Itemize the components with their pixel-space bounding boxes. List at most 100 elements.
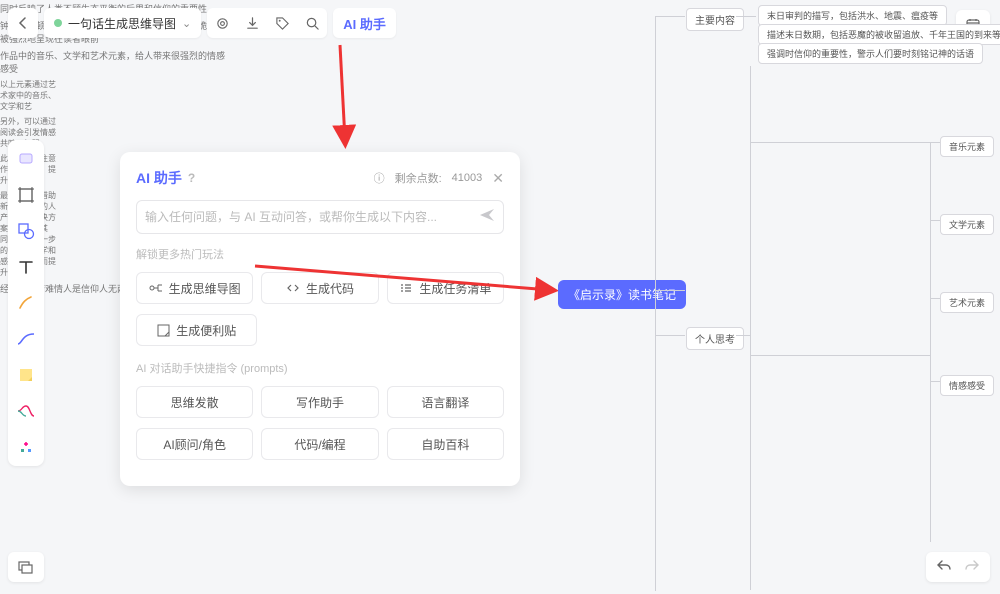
ai-title-text: AI 助手: [136, 168, 182, 188]
prompt-row2: AI顾问/角色 代码/编程 自助百科: [136, 428, 504, 460]
toolbar-icons: [207, 8, 327, 38]
tool-connector[interactable]: [13, 326, 39, 352]
edge: [750, 355, 930, 356]
mindmap-small-icon: [149, 282, 163, 294]
arrow-annotation-1: [320, 40, 380, 155]
edge: [655, 335, 685, 336]
ai-panel-title: AI 助手 ?: [136, 168, 195, 188]
opt-label: 生成便利贴: [176, 322, 236, 339]
opt-label: 生成思维导图: [169, 280, 241, 297]
settings-icon[interactable]: [207, 8, 237, 38]
mindmap-node[interactable]: 末日审判的描写，包括洪水、地震、瘟疫等: [758, 5, 947, 26]
gen-sticky-button[interactable]: 生成便利贴: [136, 314, 257, 346]
mindmap-node[interactable]: 文学元素: [940, 214, 994, 235]
close-icon[interactable]: ✕: [492, 170, 504, 187]
tool-pen[interactable]: [13, 290, 39, 316]
pen-icon: [17, 294, 35, 312]
plus-grid-icon: [17, 438, 35, 456]
sticky-icon: [17, 366, 35, 384]
frame-icon: [17, 186, 35, 204]
info-icon: ⓘ: [374, 170, 385, 186]
ai-panel-header: AI 助手 ? ⓘ 剩余点数: 41003 ✕: [136, 168, 504, 188]
redo-icon: [964, 558, 980, 572]
prompt-row1: 思维发散 写作助手 语言翻译: [136, 386, 504, 418]
opt-label: 自助百科: [421, 436, 469, 453]
mindmap-leaf[interactable]: 作品中的音乐、文学和艺术元素，给人带来很强烈的情感感受: [0, 47, 230, 77]
edge: [930, 298, 940, 299]
edge: [750, 142, 930, 143]
prompt-role[interactable]: AI顾问/角色: [136, 428, 253, 460]
mindmap-node[interactable]: 音乐元素: [940, 136, 994, 157]
layers-icon: [18, 560, 34, 574]
opt-label: 生成代码: [306, 280, 354, 297]
ai-input-container: [136, 200, 504, 234]
sync-status-icon: [54, 19, 62, 27]
generate-options: 生成思维导图 生成代码 生成任务清单: [136, 272, 504, 304]
edge: [750, 66, 751, 590]
opt-label: AI顾问/角色: [163, 436, 226, 453]
mindmap-node[interactable]: 情感感受: [940, 375, 994, 396]
generate-options-row2: 生成便利贴: [136, 314, 504, 346]
history-controls: [926, 552, 990, 582]
gen-code-button[interactable]: 生成代码: [261, 272, 378, 304]
send-icon[interactable]: [479, 208, 495, 227]
prompt-diverge[interactable]: 思维发散: [136, 386, 253, 418]
opt-label: 思维发散: [171, 394, 219, 411]
opt-label: 写作助手: [296, 394, 344, 411]
edge: [655, 16, 656, 591]
mindmap-node[interactable]: 强调时信仰的重要性，警示人们要时刻铭记神的话语: [758, 43, 983, 64]
gen-tasks-button[interactable]: 生成任务清单: [387, 272, 504, 304]
section-more-label: 解锁更多热门玩法: [136, 246, 504, 262]
chevron-down-icon: ⌄: [182, 17, 191, 30]
mindmap-node[interactable]: 主要内容: [686, 8, 744, 31]
edge: [930, 142, 940, 143]
help-icon[interactable]: ?: [188, 171, 195, 185]
mindmap-node[interactable]: 个人思考: [686, 327, 744, 350]
undo-button[interactable]: [936, 558, 952, 577]
document-title-box[interactable]: 一句话生成思维导图 ⌄: [44, 8, 201, 38]
tool-select[interactable]: [13, 146, 39, 172]
opt-label: 代码/编程: [294, 436, 345, 453]
edge: [736, 335, 750, 336]
prompt-writing[interactable]: 写作助手: [261, 386, 378, 418]
prompt-code[interactable]: 代码/编程: [261, 428, 378, 460]
mindmap-node[interactable]: 艺术元素: [940, 292, 994, 313]
back-button[interactable]: [8, 8, 38, 38]
opt-label: 生成任务清单: [419, 280, 491, 297]
search-icon[interactable]: [297, 8, 327, 38]
tool-sticky[interactable]: [13, 362, 39, 388]
gen-mindmap-button[interactable]: 生成思维导图: [136, 272, 253, 304]
layers-button[interactable]: [8, 552, 44, 582]
prompt-translate[interactable]: 语言翻译: [387, 386, 504, 418]
document-title: 一句话生成思维导图: [68, 15, 176, 32]
rect-icon: [17, 150, 35, 168]
tag-icon: [275, 16, 290, 31]
prompt-wiki[interactable]: 自助百科: [387, 428, 504, 460]
edge: [930, 381, 940, 382]
mindmap-leaf[interactable]: 以上元素通过艺术家中的音乐、文学和艺: [0, 77, 60, 114]
redo-button[interactable]: [964, 558, 980, 577]
export-icon[interactable]: [237, 8, 267, 38]
tool-text[interactable]: [13, 254, 39, 280]
edge: [655, 16, 685, 17]
download-icon: [245, 16, 260, 31]
edge: [930, 220, 940, 221]
opt-label: 语言翻译: [421, 394, 469, 411]
mindmap-root-node[interactable]: 《启示录》读书笔记: [558, 280, 686, 309]
tool-mindmap[interactable]: [13, 398, 39, 424]
chevron-left-icon: [17, 17, 29, 29]
list-icon: [399, 282, 413, 294]
tool-shape[interactable]: [13, 218, 39, 244]
mindmap-node[interactable]: 描述末日数期，包括恶魔的被收留追放、千年王国的到来等: [758, 24, 1000, 45]
ai-prompt-input[interactable]: [145, 210, 479, 224]
tool-frame[interactable]: [13, 182, 39, 208]
shape-icon: [17, 222, 35, 240]
tool-add[interactable]: [13, 434, 39, 460]
ai-assistant-link[interactable]: AI 助手: [333, 8, 396, 38]
tag-icon[interactable]: [267, 8, 297, 38]
connector-icon: [16, 330, 36, 348]
undo-icon: [936, 558, 952, 572]
magnifier-icon: [305, 16, 320, 31]
top-toolbar: 一句话生成思维导图 ⌄ AI 助手: [8, 8, 396, 38]
code-icon: [286, 282, 300, 294]
